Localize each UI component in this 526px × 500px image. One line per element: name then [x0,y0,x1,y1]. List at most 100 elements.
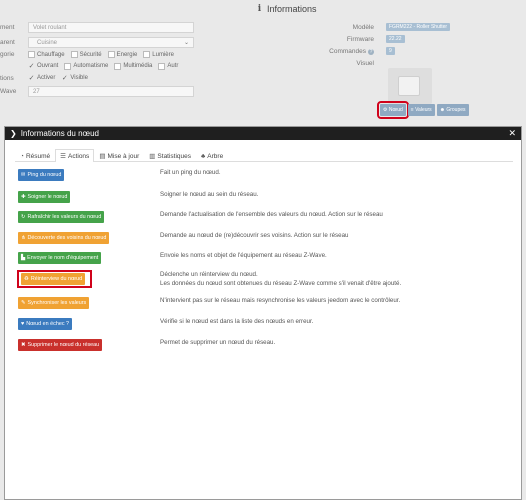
close-icon: ✖ [21,342,26,348]
model-badge: FGRM222 - Roller Shutter [386,23,451,31]
checkbox[interactable] [107,51,115,58]
category-automatisme[interactable]: Automatisme [64,62,108,70]
action-row: ✖ Supprimer le nœud du réseau Permet de s… [16,338,516,356]
send-name-button[interactable]: ▙ Envoyer le nom d'équipement [18,252,102,264]
action-row: ✉ Ping du nœud Fait un ping du nœud. [16,168,516,186]
options-label: tions [0,74,14,82]
name-row: ment Volet roulant [0,22,194,33]
action-row: ✎ Synchroniser les valeurs N'intervient p… [16,296,516,314]
ping-node-button[interactable]: ✉ Ping du nœud [18,169,65,181]
category-securite[interactable]: Sécurité [70,51,102,58]
heart-icon: ♥ [21,321,25,327]
check-icon[interactable]: ✓ [28,74,35,82]
users-icon: ☻ [439,107,445,113]
checkbox[interactable] [158,62,166,70]
discover-neighbors-button[interactable]: ⋔ Découverte des voisins du nœud [18,232,110,244]
model-label: Modèle [352,23,374,31]
action-description: Demande au nœud de (re)découvrir ses voi… [160,232,349,239]
action-description: Envoie les noms et objet de l'équipement… [160,252,327,259]
tab-update[interactable]: ▤ Mise à jour [94,149,144,162]
checkbox[interactable] [143,51,151,58]
recycle-icon: ♻ [24,276,29,282]
action-row: ⋔ Découverte des voisins du nœud Demande … [16,231,516,249]
action-description: Demande l'actualisation de l'ensemble de… [160,211,383,218]
action-description: N'intervient pas sur le réseau mais resy… [160,297,401,304]
category-multimedia[interactable]: Multimédia [114,62,152,70]
ping-icon: ✉ [21,172,26,178]
action-row: ↻ Rafraîchir les valeurs du nœud Demande … [16,210,516,228]
page-title: i Informations [256,4,317,14]
checkbox[interactable] [70,51,78,58]
page-title-text: Informations [267,4,317,14]
firmware-badge: 22.22 [386,35,405,43]
refresh-icon: ↻ [21,214,26,220]
modal-title: Informations du nœud [20,129,99,138]
parent-select-value: Cuisine [37,39,58,46]
visual-row: Visuel [320,60,480,67]
model-row: Modèle FGRM222 - Roller Shutter [320,23,480,31]
name-label: ment [0,24,15,31]
category-autre[interactable]: Autr [158,62,178,70]
dashboard-icon: ◔ [20,152,24,160]
name-input[interactable]: Volet roulant [28,22,194,33]
tab-statistics[interactable]: ▥ Statistiques [144,149,196,162]
node-failed-button[interactable]: ♥ Nœud en échec ? [18,318,73,330]
node-buttons: ⚙ Nœud ≡ Valeurs ☻ Groupes [377,101,469,119]
category-row: gorie Chauffage Sécurité Energie Lumière [0,51,180,58]
action-description: Soigner le nœud au sein du réseau. [160,191,259,198]
device-image [388,68,432,104]
groups-button[interactable]: ☻ Groupes [436,104,469,116]
question-icon[interactable]: ? [368,48,374,55]
reinterview-button[interactable]: ♻ Réinterview du nœud [21,273,86,285]
action-row: ♥ Nœud en échec ? Vérifie si le nœud est … [16,317,516,335]
check-icon[interactable]: ✓ [61,74,68,82]
checkbox[interactable] [28,51,35,58]
file-icon: ▙ [21,255,26,261]
action-description: Déclenche un réinterview du nœud. Les do… [160,271,402,287]
chart-icon: ▥ [149,153,156,160]
refresh-values-button[interactable]: ↻ Rafraîchir les valeurs du nœud [18,211,105,223]
tab-actions[interactable]: ☰ Actions [55,149,95,162]
wave-label: Wave [0,88,17,95]
category-chauffage[interactable]: Chauffage [28,51,65,58]
wave-row: Wave 27 [0,86,194,97]
pencil-icon: ✎ [21,300,26,306]
modal-header: ❯ Informations du nœud ✕ [5,127,521,140]
node-button[interactable]: ⚙ Nœud [377,101,409,119]
chevron-down-icon: ⌄ [183,40,189,46]
wave-input[interactable]: 27 [28,86,194,97]
action-row: ✚ Soigner le nœud Soigner le nœud au sein… [16,190,516,208]
sync-values-button[interactable]: ✎ Synchroniser les valeurs [18,297,90,309]
sitemap-icon: ⋔ [21,235,26,241]
category-ouvrant[interactable]: ✓ Ouvrant [28,62,59,70]
values-button[interactable]: ≡ Valeurs [407,104,435,116]
tab-resume[interactable]: ◔ Résumé [15,149,55,162]
chevron-right-icon: ❯ [10,129,17,138]
close-icon[interactable]: ✕ [508,128,516,139]
tab-tree[interactable]: ♣ Arbre [196,149,228,162]
action-description: Vérifie si le nœud est dans la liste des… [160,318,314,325]
heal-node-button[interactable]: ✚ Soigner le nœud [18,191,71,203]
check-icon[interactable]: ✓ [28,62,35,70]
commands-label: Commandes? [329,47,374,55]
option-activer[interactable]: ✓ Activer [28,74,56,82]
action-description: Fait un ping du nœud. [160,169,221,176]
modal-tabs: ◔ Résumé ☰ Actions ▤ Mise à jour ▥ Statistiq… [15,149,513,162]
node-info-modal: ❯ Informations du nœud ✕ ◔ Résumé ☰ Action… [4,126,522,500]
category-row-2: ✓ Ouvrant Automatisme Multimédia Autr [28,62,184,70]
category-energie[interactable]: Energie [107,51,137,58]
remove-node-button[interactable]: ✖ Supprimer le nœud du réseau [18,339,103,351]
checkbox[interactable] [64,62,72,70]
device-switch-shape [398,76,420,96]
parent-select[interactable]: Cuisine ⌄ [28,37,194,48]
category-lumiere[interactable]: Lumière [143,51,174,58]
action-description: Permet de supprimer un nœud du réseau. [160,339,276,346]
visual-label: Visuel [356,60,374,67]
server-icon: ▤ [99,153,106,160]
checkbox[interactable] [114,62,122,70]
parent-label: arent [0,39,15,46]
firmware-label: Firmware [346,35,374,43]
option-visible[interactable]: ✓ Visible [61,74,88,82]
action-row: ♻ Réinterview du nœud Déclenche un réinte… [16,270,516,295]
commands-badge: 9 [386,47,395,55]
